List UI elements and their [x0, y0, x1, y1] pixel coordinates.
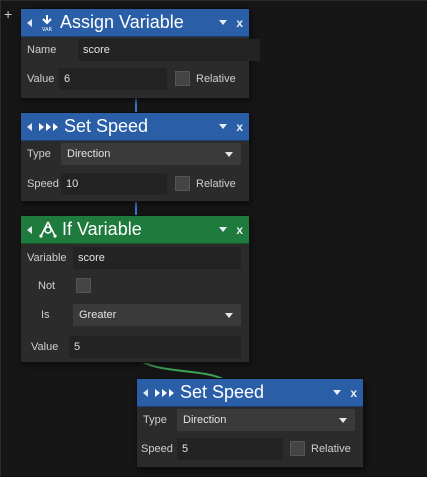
node-title: Assign Variable [60, 12, 184, 32]
speed-arrows-icon [38, 121, 60, 133]
close-icon[interactable]: x [236, 121, 243, 133]
variable-field[interactable]: score [73, 247, 241, 269]
comparison-select-value: Greater [79, 309, 117, 321]
speed-arrows-icon [154, 387, 176, 399]
relative-label: Relative [196, 178, 236, 190]
chevron-down-icon [339, 418, 347, 423]
assign-variable-node[interactable]: VAR Assign Variable x Name score Value 6… [21, 9, 260, 98]
collapse-icon[interactable] [27, 225, 32, 234]
value-field[interactable]: 5 [69, 336, 241, 358]
type-label: Type [143, 414, 167, 426]
not-checkbox[interactable] [76, 278, 91, 293]
close-icon[interactable]: x [350, 387, 357, 399]
node-menu-icon[interactable] [333, 390, 342, 395]
set-speed-node[interactable]: Set Speed x Type Direction Speed 10 Rela… [21, 113, 249, 201]
variable-label: Variable [27, 252, 67, 264]
relative-label: Relative [311, 443, 351, 455]
is-label: Is [41, 309, 50, 321]
assign-variable-header[interactable]: VAR Assign Variable x [21, 9, 249, 37]
collapse-icon[interactable] [27, 18, 32, 27]
relative-label: Relative [196, 73, 236, 85]
set-speed-node[interactable]: Set Speed x Type Direction Speed 5 Relat… [137, 379, 363, 467]
svg-text:VAR: VAR [42, 27, 53, 32]
speed-label: Speed [27, 178, 59, 190]
node-title: Set Speed [64, 116, 149, 136]
if-variable-header[interactable]: If Variable x [21, 216, 249, 244]
type-label: Type [27, 148, 51, 160]
not-label: Not [38, 280, 56, 292]
name-label: Name [27, 44, 57, 56]
speed-label: Speed [141, 443, 173, 455]
value-label: Value [27, 73, 55, 85]
if-variable-node[interactable]: If Variable x Variable score Not Is Grea… [21, 216, 249, 362]
relative-checkbox[interactable] [175, 71, 190, 86]
type-select-value: Direction [183, 414, 227, 426]
close-icon[interactable]: x [236, 17, 243, 29]
var-download-icon: VAR [38, 14, 56, 32]
node-menu-icon[interactable] [219, 20, 228, 25]
speed-field[interactable]: 10 [61, 173, 167, 195]
relative-checkbox[interactable] [290, 441, 305, 456]
node-menu-icon[interactable] [219, 227, 228, 232]
close-icon[interactable]: x [236, 224, 243, 236]
type-select-value: Direction [67, 148, 111, 160]
event-canvas[interactable]: + VAR Assign Variable x Name score Value… [0, 0, 427, 476]
type-select[interactable]: Direction [61, 143, 241, 165]
collapse-icon[interactable] [27, 122, 32, 131]
set-speed-header[interactable]: Set Speed x [137, 379, 363, 407]
chevron-down-icon [225, 152, 233, 157]
node-title: Set Speed [180, 382, 265, 402]
speed-field[interactable]: 5 [177, 438, 283, 460]
collapse-icon[interactable] [143, 388, 148, 397]
value-field[interactable]: 6 [59, 68, 167, 90]
value-label: Value [31, 341, 59, 353]
type-select[interactable]: Direction [177, 409, 355, 431]
node-menu-icon[interactable] [219, 124, 228, 129]
name-field[interactable]: score [78, 39, 260, 61]
chevron-down-icon [225, 313, 233, 318]
relative-checkbox[interactable] [175, 176, 190, 191]
node-title: If Variable [62, 219, 142, 239]
set-speed-header[interactable]: Set Speed x [21, 113, 249, 141]
comparison-select[interactable]: Greater [73, 304, 241, 326]
branch-icon [38, 221, 58, 239]
